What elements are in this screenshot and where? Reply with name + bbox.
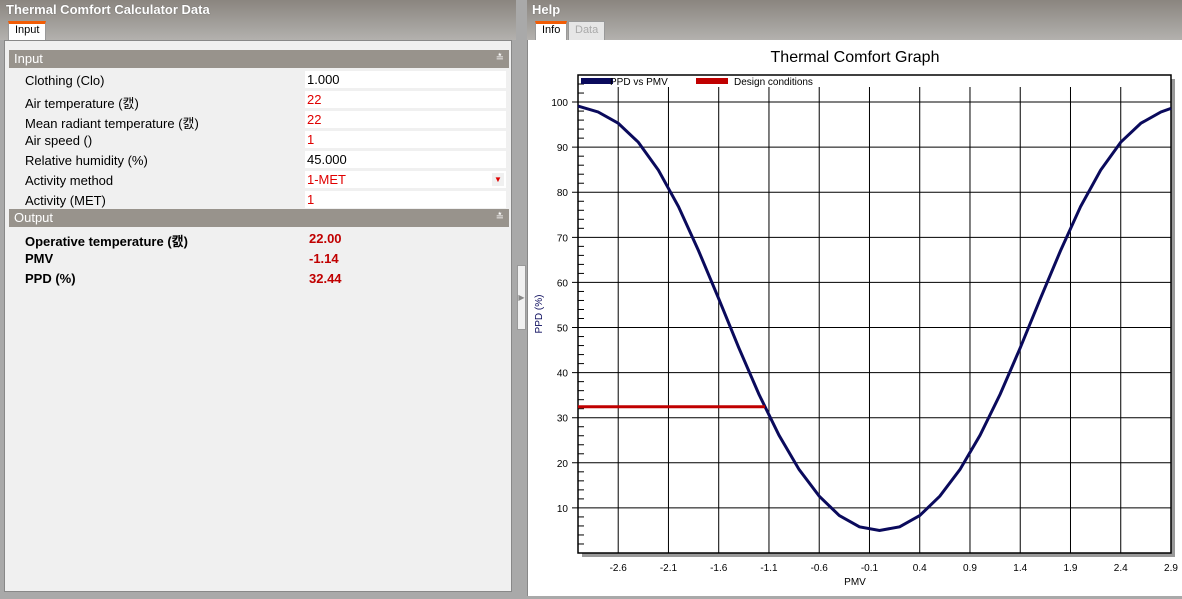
property-value-field[interactable]: 22 [305,111,506,128]
property-label: Relative humidity (%) [25,153,148,168]
x-tick-label: -2.6 [610,563,628,574]
property-grid: Input ≛ Clothing (Clo) 1.000 Air temperatu… [4,40,512,592]
y-axis-label: PPD (%) [534,295,545,334]
right-panel-header: Help Info Data [527,0,1182,41]
property-value-field[interactable]: 1 [305,191,506,208]
x-tick-label: 0.4 [913,563,927,574]
y-tick-label: 50 [557,324,569,335]
property-row: Mean radiant temperature (캜) 22 [5,110,509,131]
x-tick-label: 2.9 [1164,563,1178,574]
output-label: PMV [25,251,54,266]
tab-input[interactable]: Input [8,21,47,41]
property-row: Clothing (Clo) 1.000 [5,70,509,90]
property-value-field[interactable]: 45.000 [305,151,506,168]
output-row: Operative temperature (캜) 22.00 [25,231,505,251]
collapse-chevron-icon[interactable]: ≛ [496,209,504,227]
x-tick-label: -0.6 [811,563,829,574]
dropdown-arrow-icon[interactable]: ▼ [492,173,504,186]
property-label: Activity (MET) [25,193,106,208]
output-value: -1.14 [309,251,339,266]
y-tick-label: 80 [557,188,569,199]
property-row: Activity method 1-MET ▼ [5,170,509,190]
y-tick-label: 70 [557,233,569,244]
x-tick-label: 2.4 [1114,563,1128,574]
x-tick-label: 1.4 [1013,563,1027,574]
left-panel-header: Thermal Comfort Calculator Data Input [0,0,516,41]
property-label: Air speed () [25,133,93,148]
legend-label: PPD vs PMV [610,77,668,88]
output-value: 22.00 [309,231,342,246]
x-tick-label: -1.1 [760,563,778,574]
output-label: Operative temperature (캜) [25,234,188,249]
x-tick-label: -1.6 [710,563,728,574]
property-row: Activity (MET) 1 [5,190,509,210]
output-row: PMV -1.14 [25,251,505,271]
property-row: Relative humidity (%) 45.000 [5,150,509,170]
input-section-label: Input [14,51,43,66]
property-value-field[interactable]: 1-MET ▼ [305,171,506,188]
legend-swatch [696,78,728,84]
chart-area: Thermal Comfort Graph -2.6 -2.1 -1.6 -1.1 -0.… [527,40,1182,596]
y-tick-label: 90 [557,143,569,154]
y-tick-label: 10 [557,504,569,515]
y-tick-label: 40 [557,369,569,380]
tab-data[interactable]: Data [568,21,606,41]
output-row: PPD (%) 32.44 [25,271,505,291]
collapse-chevron-icon[interactable]: ≛ [496,50,504,68]
x-tick-label: -2.1 [660,563,678,574]
y-tick-label: 30 [557,414,569,425]
y-tick-label: 20 [557,459,569,470]
x-axis-label: PMV [844,577,866,588]
property-value-field[interactable]: 1.000 [305,71,506,88]
chart-title: Thermal Comfort Graph [771,49,940,66]
tab-info[interactable]: Info [535,21,568,41]
property-label: Activity method [25,173,114,188]
output-section-header[interactable]: Output ≛ [9,209,509,227]
left-panel-title: Thermal Comfort Calculator Data [6,2,210,17]
right-panel-title: Help [532,2,561,17]
legend-swatch [581,78,613,84]
x-tick-label: 1.9 [1064,563,1078,574]
thermal-comfort-chart: Thermal Comfort Graph -2.6 -2.1 -1.6 -1.1 -0.… [534,49,1178,588]
output-value: 32.44 [309,271,342,286]
property-row: Air speed () 1 [5,130,509,150]
y-tick-label: 100 [551,98,568,109]
output-label: PPD (%) [25,271,76,286]
property-value-field[interactable]: 1 [305,131,506,148]
input-section-header[interactable]: Input ≛ [9,50,509,68]
output-section-label: Output [14,210,54,225]
y-tick-label: 60 [557,278,569,289]
legend-label: Design conditions [734,77,813,88]
collapse-panel-button[interactable]: ▶ [517,265,526,330]
property-row: Air temperature (캜) 22 [5,90,509,111]
x-tick-label: -0.1 [861,563,879,574]
property-value-field[interactable]: 22 [305,91,506,108]
property-label: Clothing (Clo) [25,73,105,88]
x-tick-label: 0.9 [963,563,977,574]
